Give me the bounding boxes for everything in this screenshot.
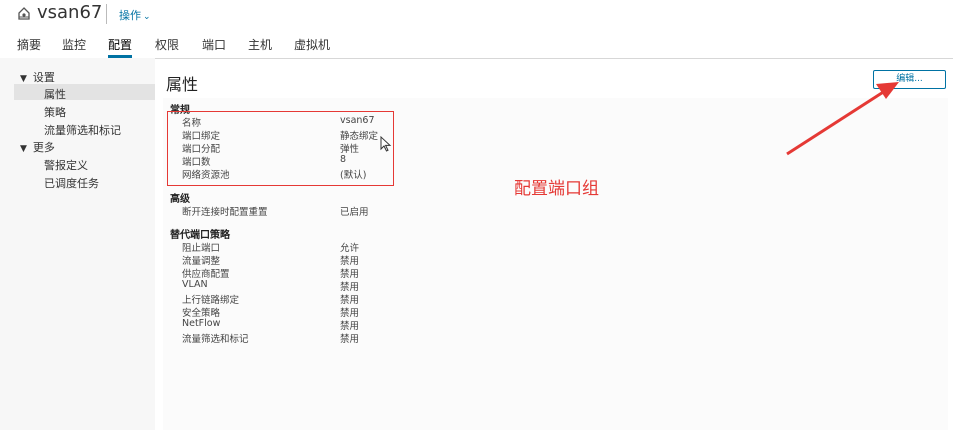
annotation-arrow-icon: [786, 82, 899, 156]
